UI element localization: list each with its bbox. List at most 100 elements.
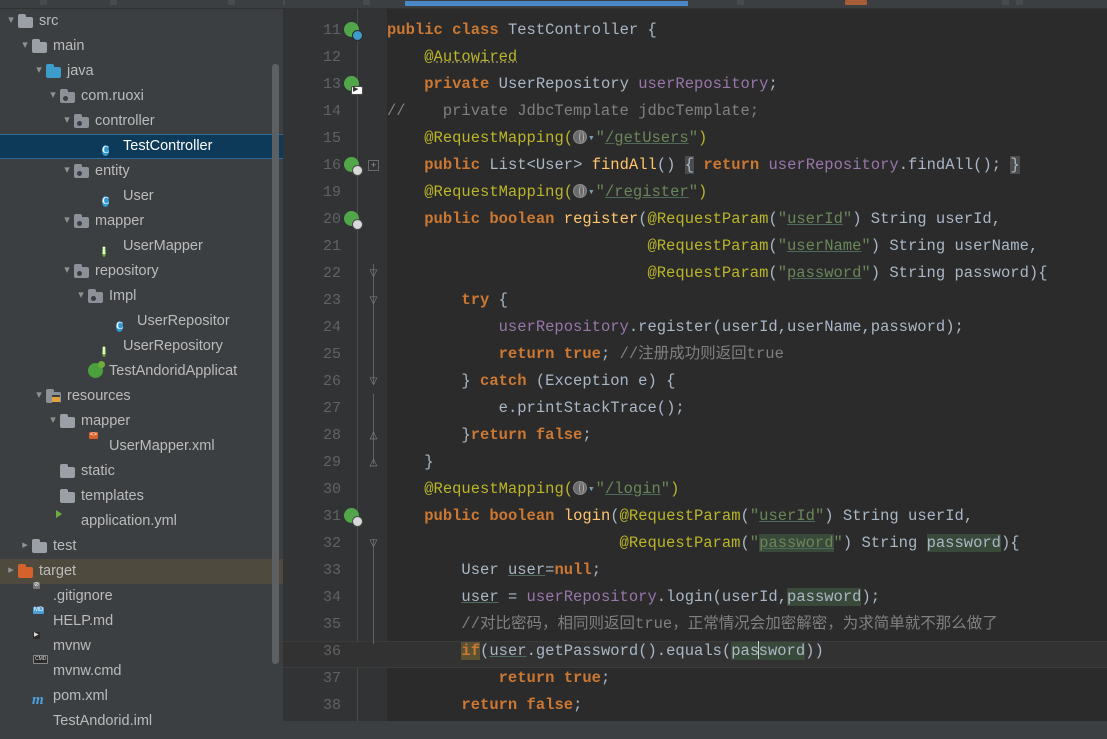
chevron-down-icon[interactable]: ▾ [74,283,88,308]
code-line-12[interactable]: @Autowired [387,44,517,71]
globe-icon[interactable] [573,481,588,495]
chevron-down-icon[interactable]: ▾ [46,408,60,433]
spring-url-mapping-gutter-icon[interactable] [344,157,363,176]
code-line-35[interactable]: //对比密码，相同则返回true，正常情况会加密解密，为求简单就不那么做了 [387,611,997,638]
tree-item-testandoridapplicat[interactable]: TestAndoridApplicat [0,359,283,384]
chevron-down-icon[interactable]: ▾ [588,126,595,153]
tree-item-user[interactable]: C User [0,184,283,209]
fold-region-start-icon[interactable]: ▽ [368,269,379,279]
project-tree-panel[interactable]: ▾ src ▾ main ▾ java ▾ com.ruoxi ▾ controller … [0,9,283,739]
tree-item-testcontroller[interactable]: C TestController [0,134,283,159]
fold-region-start-icon[interactable]: ▽ [368,296,379,306]
tree-item-usermapper-xml[interactable]: <> UserMapper.xml [0,432,283,459]
code-line-33[interactable]: User user=null; [387,557,601,584]
chevron-down-icon[interactable]: ▾ [46,83,60,108]
code-line-25[interactable]: return true; //注册成功则返回true [387,341,784,368]
tree-item-userrepository[interactable]: I UserRepository [0,334,283,359]
toolbar-icon[interactable] [1002,0,1009,5]
chevron-right-icon[interactable]: ▸ [18,533,32,558]
tree-item-java[interactable]: ▾ java [0,59,283,84]
line-number-12: 12 [322,49,341,66]
active-tab-indicator[interactable] [405,1,688,6]
toolbar-icon[interactable] [228,0,235,5]
tree-item-mapper[interactable]: ▾ mapper [0,209,283,234]
code-line-19[interactable]: @RequestMapping(▾"/register") [387,179,707,206]
code-line-26[interactable]: } catch (Exception e) { [387,368,675,395]
spring-bean-gutter-icon[interactable] [344,22,363,41]
code-line-38[interactable]: return false; [387,692,582,719]
code-line-22[interactable]: @RequestParam("password") String passwor… [387,260,1047,287]
chevron-right-icon[interactable]: ▸ [4,558,18,583]
toolbar-icon[interactable] [110,0,117,5]
chevron-down-icon[interactable]: ▾ [60,158,74,183]
fold-region-end-icon[interactable]: △ [368,458,379,468]
code-line-24[interactable]: userRepository.register(userId,userName,… [387,314,964,341]
code-line-20[interactable]: public boolean register(@RequestParam("u… [387,206,1001,233]
code-line-16[interactable]: public List<User> findAll() { return use… [387,152,1020,179]
project-tree-scrollbar[interactable] [272,64,279,664]
code-line-32[interactable]: @RequestParam("password") String passwor… [387,530,1020,557]
tree-item-resources[interactable]: ▾ resources [0,384,283,409]
tree-item-mvnw-cmd[interactable]: CMD mvnw.cmd [0,655,283,684]
tree-item-userrepositor[interactable]: C UserRepositor [0,309,283,334]
code-line-28[interactable]: }return false; [387,422,591,449]
toolbar-icon[interactable] [737,0,744,5]
code-editor[interactable]: 11 12 13 14 15 16 +19 20 21 22 ▽ 23 ▽ 24 25 26 ▽ 27 28 △ 29 △… [283,9,1107,730]
chevron-down-icon[interactable]: ▾ [588,477,595,504]
tree-item-test[interactable]: ▸ test [0,534,283,559]
code-line-31[interactable]: public boolean login(@RequestParam("user… [387,503,973,530]
code-line-37[interactable]: return true; [387,665,611,692]
code-line-23[interactable]: try { [387,287,508,314]
code-line-30[interactable]: @RequestMapping(▾"/login") [387,476,679,503]
tree-item-target[interactable]: ▸ target [0,559,283,584]
code-line-15[interactable]: @RequestMapping(▾"/getUsers") [387,125,707,152]
globe-icon[interactable] [573,130,588,144]
line-number-27: 27 [322,400,341,417]
code-line-14[interactable]: // private JdbcTemplate jdbcTemplate; [387,98,759,125]
code-line-34[interactable]: user = userRepository.login(userId,passw… [387,584,880,611]
chevron-down-icon[interactable]: ▾ [18,33,32,58]
code-line-27[interactable]: e.printStackTrace(); [387,395,685,422]
chevron-down-icon[interactable]: ▾ [588,180,595,207]
tree-item-entity[interactable]: ▾ entity [0,159,283,184]
fold-expand-icon[interactable]: + [368,160,379,171]
tree-item--gitignore[interactable]: ⊘ .gitignore [0,582,283,609]
toolbar-icon[interactable] [363,0,370,5]
chevron-down-icon[interactable]: ▾ [60,258,74,283]
spring-url-mapping-gutter-icon[interactable] [344,211,363,230]
tree-item-impl[interactable]: ▾ Impl [0,284,283,309]
tree-item-pom-xml[interactable]: m pom.xml [0,684,283,709]
code-line-21[interactable]: @RequestParam("userName") String userNam… [387,233,1038,260]
chevron-down-icon[interactable]: ▾ [60,108,74,133]
spring-url-mapping-gutter-icon[interactable] [344,508,363,527]
tree-item-usermapper[interactable]: I UserMapper [0,234,283,259]
tree-item-static[interactable]: static [0,459,283,484]
tree-item-templates[interactable]: templates [0,484,283,509]
globe-icon[interactable] [573,184,588,198]
run-config-icon[interactable] [845,0,867,5]
tree-item-com-ruoxi[interactable]: ▾ com.ruoxi [0,84,283,109]
tree-item-controller[interactable]: ▾ controller [0,109,283,134]
tree-item-repository[interactable]: ▾ repository [0,259,283,284]
code-line-13[interactable]: private UserRepository userRepository; [387,71,778,98]
toolbar-icon[interactable] [1016,0,1023,5]
spring-autowired-gutter-icon[interactable] [344,76,363,96]
fold-region-start-icon[interactable]: ▽ [368,377,379,387]
tree-item-help-md[interactable]: MD HELP.md [0,607,283,634]
tree-item-mapper[interactable]: ▾ mapper [0,409,283,434]
code-line-11[interactable]: public class TestController { [387,17,657,44]
code-line-36[interactable]: if(user.getPassword().equals(password)) [387,638,824,665]
tree-item-testandorid-iml[interactable]: TestAndorid.iml [0,709,283,734]
tree-item-application-yml[interactable]: application.yml [0,509,283,534]
tree-item-main[interactable]: ▾ main [0,34,283,59]
chevron-down-icon[interactable]: ▾ [4,9,18,33]
chevron-down-icon[interactable]: ▾ [32,58,46,83]
chevron-down-icon[interactable]: ▾ [32,383,46,408]
code-line-29[interactable]: } [387,449,433,476]
toolbar-icon[interactable] [40,0,47,5]
chevron-down-icon[interactable]: ▾ [60,208,74,233]
fold-region-start-icon[interactable]: ▽ [368,539,379,549]
fold-region-end-icon[interactable]: △ [368,431,379,441]
tree-item-src[interactable]: ▾ src [0,9,283,34]
